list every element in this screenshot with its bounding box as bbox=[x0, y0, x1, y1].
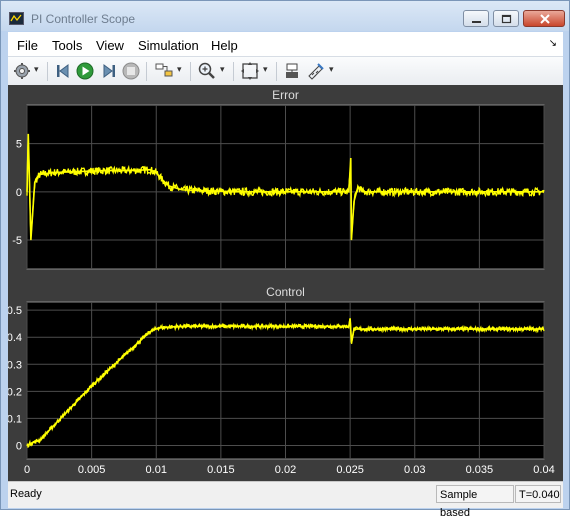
menu-simulation[interactable]: Simulation bbox=[138, 38, 199, 53]
menu-view[interactable]: View bbox=[96, 38, 124, 53]
maximize-button[interactable] bbox=[493, 10, 519, 27]
x-tick-label: 0.035 bbox=[466, 464, 494, 476]
scope-app-icon bbox=[9, 12, 24, 25]
toolbar-separator bbox=[276, 62, 277, 81]
zoom-icon[interactable] bbox=[197, 61, 217, 81]
x-tick-label: 0 bbox=[24, 464, 30, 476]
title-bar[interactable]: PI Controller Scope bbox=[1, 1, 569, 31]
menu-help[interactable]: Help bbox=[211, 38, 238, 53]
step-back-icon[interactable] bbox=[54, 61, 74, 81]
gear-icon[interactable] bbox=[12, 61, 32, 81]
toolbar-separator bbox=[146, 62, 147, 81]
zoom-dropdown-arrow-icon[interactable]: ▾ bbox=[220, 64, 225, 75]
x-tick-label: 0.03 bbox=[404, 464, 425, 476]
gear-dropdown-arrow-icon[interactable]: ▾ bbox=[34, 64, 39, 75]
step-forward-icon[interactable] bbox=[98, 61, 118, 81]
status-time: T=0.040 bbox=[515, 485, 561, 503]
scope-window: PI Controller Scope File Tools View Simu… bbox=[0, 0, 570, 519]
menu-bar: File Tools View Simulation Help ↘ bbox=[8, 32, 563, 56]
status-ready: Ready bbox=[10, 488, 42, 500]
toolbar-separator bbox=[190, 62, 191, 81]
plot-title: Error bbox=[272, 88, 299, 102]
status-bar: Ready Sample based T=0.040 bbox=[8, 481, 563, 519]
y-tick-label: 0.3 bbox=[8, 359, 22, 371]
signal-select-icon[interactable] bbox=[154, 61, 174, 81]
window-title: PI Controller Scope bbox=[31, 12, 136, 26]
minimize-button[interactable] bbox=[463, 10, 489, 27]
y-tick-label: 5 bbox=[16, 139, 22, 151]
menu-tools[interactable]: Tools bbox=[52, 38, 82, 53]
x-tick-label: 0.04 bbox=[533, 464, 554, 476]
minimize-icon bbox=[472, 21, 481, 23]
plot-title: Control bbox=[266, 285, 305, 299]
x-tick-label: 0.025 bbox=[336, 464, 364, 476]
measure-dropdown-arrow-icon[interactable]: ▾ bbox=[329, 64, 334, 75]
toolbar-separator bbox=[233, 62, 234, 81]
signal-select-dropdown-arrow-icon[interactable]: ▾ bbox=[177, 64, 182, 75]
toolbar-separator bbox=[47, 62, 48, 81]
maximize-icon bbox=[501, 14, 512, 24]
run-icon[interactable] bbox=[75, 61, 95, 81]
y-tick-label: 0.1 bbox=[8, 413, 22, 425]
dock-arrow-icon[interactable]: ↘ bbox=[549, 38, 557, 49]
highlight-block-icon[interactable] bbox=[282, 61, 302, 81]
x-tick-label: 0.015 bbox=[207, 464, 235, 476]
y-tick-label: 0.4 bbox=[8, 332, 22, 344]
stop-icon[interactable] bbox=[121, 61, 141, 81]
status-sample-mode: Sample based bbox=[436, 485, 514, 519]
x-tick-label: 0.005 bbox=[78, 464, 106, 476]
y-tick-label: 0 bbox=[16, 440, 22, 452]
y-tick-label: -5 bbox=[12, 235, 22, 247]
x-tick-label: 0.02 bbox=[275, 464, 296, 476]
scope-plot: Error -5 0 5 Control 0 0.1 0.2 0.3 0.4 0.5 0 0.005 0.… bbox=[8, 88, 555, 476]
y-tick-label: 0 bbox=[16, 187, 22, 199]
autoscale-dropdown-arrow-icon[interactable]: ▾ bbox=[263, 64, 268, 75]
menu-file[interactable]: File bbox=[17, 38, 38, 53]
y-tick-label: 0.5 bbox=[8, 305, 22, 317]
measure-icon[interactable] bbox=[306, 61, 326, 81]
toolbar: ▾ ▾ ▾ ▾ ▾ bbox=[8, 56, 563, 86]
autoscale-icon[interactable] bbox=[240, 61, 260, 81]
y-tick-label: 0.2 bbox=[8, 386, 22, 398]
close-button[interactable] bbox=[523, 10, 565, 27]
x-tick-label: 0.01 bbox=[146, 464, 167, 476]
scope-display: Error -5 0 5 Control 0 0.1 0.2 0.3 0.4 0.5 0 0.005 0.… bbox=[8, 85, 563, 481]
close-icon bbox=[540, 14, 550, 24]
